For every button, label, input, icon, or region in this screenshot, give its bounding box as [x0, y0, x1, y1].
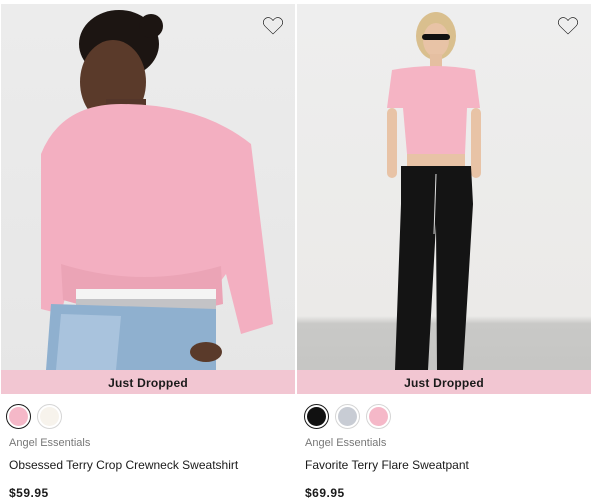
- color-swatches: [6, 404, 62, 429]
- product-brand: Angel Essentials: [9, 437, 91, 449]
- product-price: $59.95: [9, 486, 49, 500]
- swatch-black[interactable]: [304, 404, 329, 429]
- swatch-ivory[interactable]: [37, 404, 62, 429]
- just-dropped-badge: Just Dropped: [297, 370, 591, 394]
- product-card[interactable]: Just Dropped Angel Essentials Favorite T…: [296, 4, 592, 502]
- swatch-pink[interactable]: [366, 404, 391, 429]
- model-photo: [387, 12, 481, 370]
- favorite-heart-icon[interactable]: [557, 16, 579, 36]
- just-dropped-badge: Just Dropped: [1, 370, 295, 394]
- product-name-link[interactable]: Obsessed Terry Crop Crewneck Sweatshirt: [9, 458, 238, 472]
- product-price: $69.95: [305, 486, 345, 500]
- product-image[interactable]: Just Dropped: [297, 4, 591, 394]
- product-name-link[interactable]: Favorite Terry Flare Sweatpant: [305, 458, 469, 472]
- swatch-gray[interactable]: [335, 404, 360, 429]
- product-card[interactable]: Just Dropped Angel Essentials Obsessed T…: [0, 4, 296, 502]
- color-swatches: [304, 404, 391, 429]
- model-photo: [41, 10, 273, 370]
- product-image[interactable]: Just Dropped: [1, 4, 295, 394]
- favorite-heart-icon[interactable]: [262, 16, 284, 36]
- product-grid: Just Dropped Angel Essentials Obsessed T…: [0, 0, 592, 502]
- swatch-pink[interactable]: [6, 404, 31, 429]
- product-brand: Angel Essentials: [305, 437, 387, 449]
